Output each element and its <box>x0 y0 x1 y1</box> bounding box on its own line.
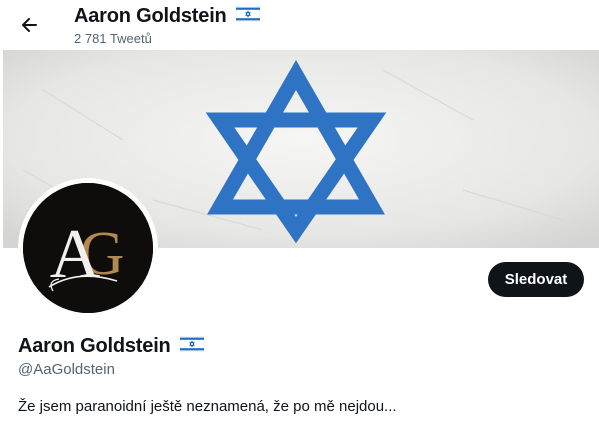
back-arrow-icon <box>22 18 37 32</box>
avatar-letter-a: A <box>50 216 101 293</box>
avatar[interactable]: G A <box>23 183 153 313</box>
profile-name-text: Aaron Goldstein <box>18 335 171 357</box>
ag-monogram-logo: G A <box>23 183 153 313</box>
tweet-count: 2 781 Tweetů <box>74 31 152 46</box>
profile-bio: Že jsem paranoidní ještě neznamená, že p… <box>18 398 397 415</box>
profile-display-name: Aaron Goldstein <box>18 335 204 358</box>
header-display-name: Aaron Goldstein <box>74 5 260 28</box>
israel-flag-icon <box>235 5 260 28</box>
profile-header-bar: Aaron Goldstein 2 781 Tweetů <box>0 0 599 50</box>
header-name-text: Aaron Goldstein <box>74 5 227 27</box>
profile-handle: @AaGoldstein <box>18 361 115 378</box>
follow-button[interactable]: Sledovat <box>488 262 584 297</box>
back-button[interactable] <box>12 8 46 42</box>
israel-flag-icon <box>179 335 204 358</box>
